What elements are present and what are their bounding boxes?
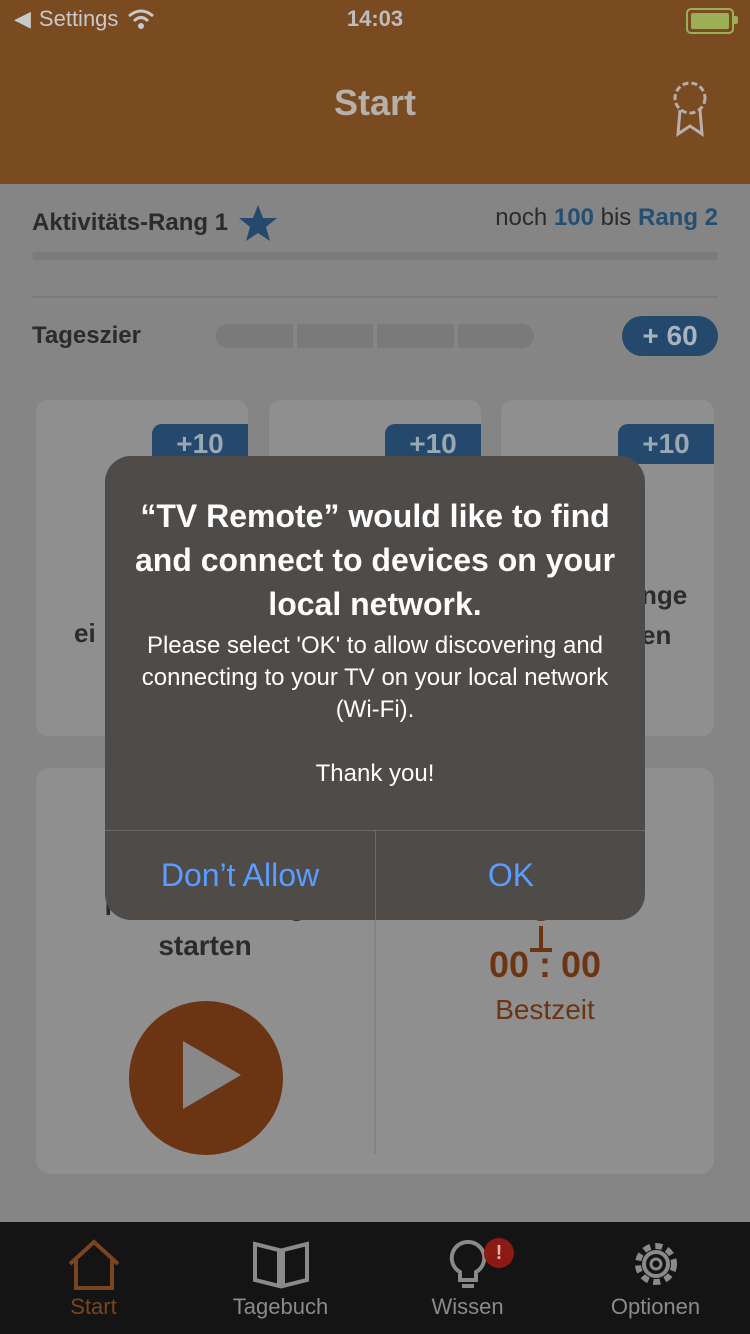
divider <box>32 296 718 298</box>
points-badge: +10 <box>618 424 714 464</box>
rank-progress-text: noch 100 bis Rang 2 <box>495 204 718 231</box>
start-training-button[interactable] <box>129 1001 283 1155</box>
daily-goal-label: Tageszier <box>32 322 141 349</box>
star-icon <box>239 205 278 241</box>
alert-title: “TV Remote” would like to find and conne… <box>134 498 616 622</box>
daily-goal-points: + 60 <box>622 316 718 356</box>
ok-button[interactable]: OK <box>376 831 645 920</box>
clock: 14:03 <box>346 6 404 31</box>
training-label: starten <box>158 930 252 961</box>
tab-start[interactable]: Start <box>0 1222 187 1334</box>
tab-bar: Start Tagebuch ! Wissen Optionen <box>0 1222 750 1334</box>
daily-goal-progress <box>216 324 534 348</box>
award-icon[interactable] <box>668 78 712 138</box>
gear-icon <box>634 1243 677 1285</box>
card-text: ei <box>74 618 96 648</box>
home-icon <box>68 1239 119 1290</box>
battery-icon <box>686 8 738 34</box>
book-icon <box>252 1241 309 1289</box>
tab-wissen[interactable]: ! Wissen <box>374 1222 561 1334</box>
navigation-bar: ◀ Settings 14:03 Start <box>0 0 750 184</box>
tab-tagebuch[interactable]: Tagebuch <box>187 1222 374 1334</box>
dont-allow-button[interactable]: Don’t Allow <box>105 831 375 920</box>
notification-badge: ! <box>484 1238 514 1268</box>
best-time-label: Bestzeit <box>495 994 595 1025</box>
card-text: en <box>641 620 672 650</box>
rank-label: Aktivitäts-Rang 1 <box>32 209 229 236</box>
rank-row: Aktivitäts-Rang 1 noch 100 bis Rang 2 <box>32 204 718 244</box>
alert-message: Please select 'OK' to allow discovering … <box>141 632 609 787</box>
permission-alert: “TV Remote” would like to find and conne… <box>105 456 645 920</box>
page-title: Start <box>333 82 417 123</box>
status-bar: ◀ Settings 14:03 <box>0 0 750 40</box>
tab-optionen[interactable]: Optionen <box>561 1222 750 1334</box>
best-time-value: 00 : 00 <box>488 944 602 985</box>
play-icon <box>183 1041 241 1109</box>
rank-progress-bar <box>32 252 718 260</box>
card-text: nge <box>641 580 688 610</box>
